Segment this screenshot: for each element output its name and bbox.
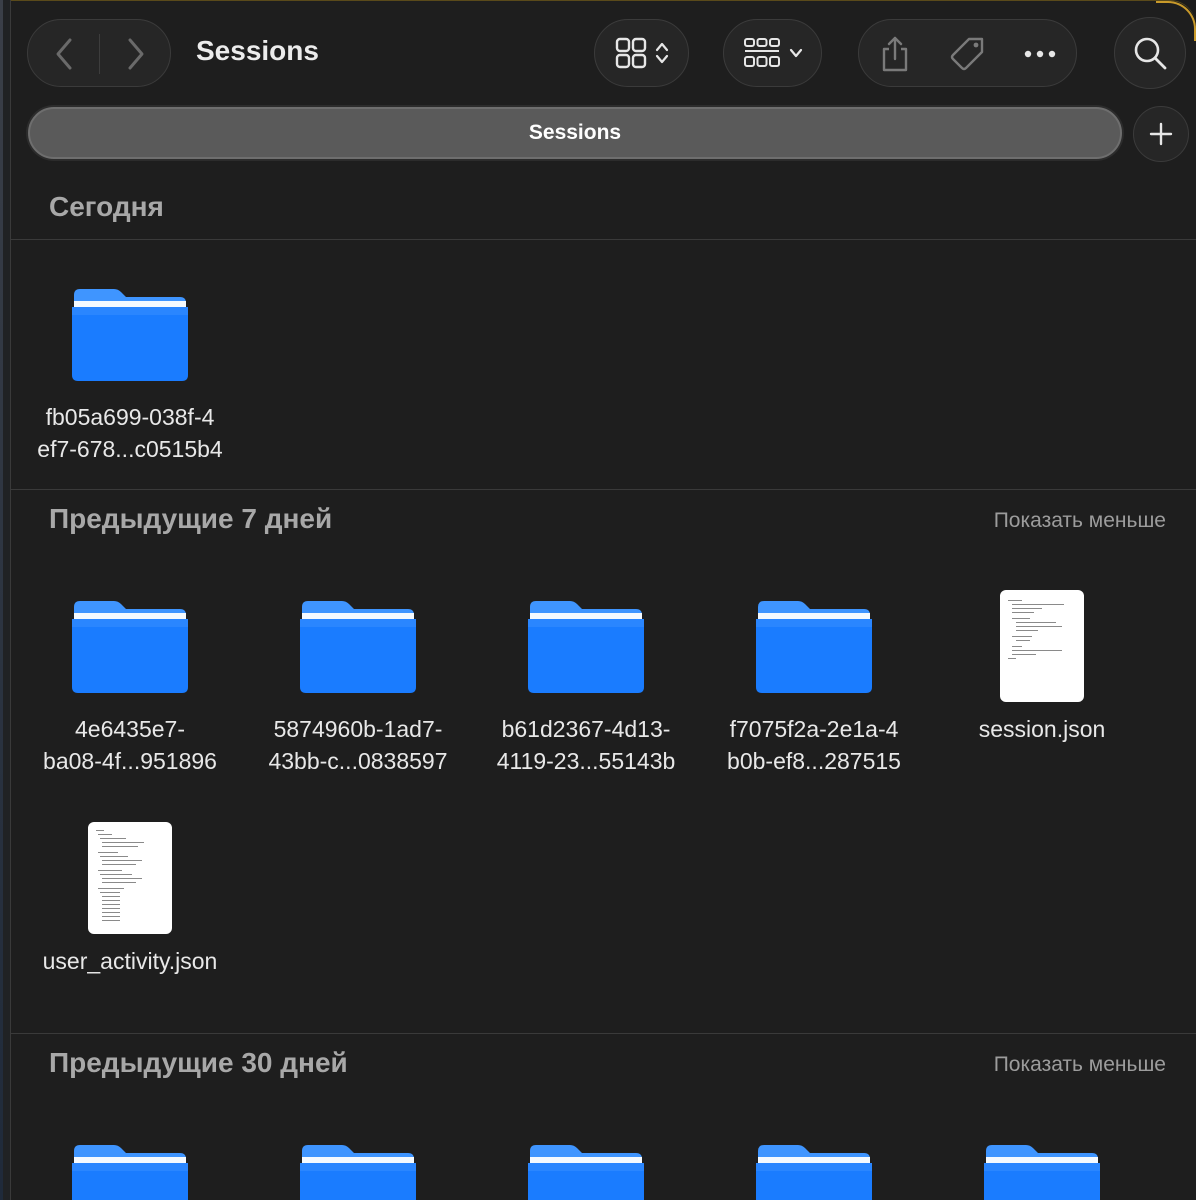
item-label: 5874960b-1ad7- 43bb-c...0838597 <box>268 716 448 774</box>
folder-item[interactable]: b61d2367-4d13- 4119-23...55143b <box>472 581 700 777</box>
chevron-right-icon <box>128 38 144 70</box>
section-title: Предыдущие 7 дней <box>49 503 333 534</box>
up-down-chevron-icon <box>655 42 668 64</box>
toolbar: Sessions <box>11 1 1196 105</box>
search-icon <box>1134 37 1167 70</box>
actions-group <box>858 19 1077 87</box>
folder-icon <box>16 269 244 399</box>
folder-icon <box>700 581 928 711</box>
navigation-group <box>27 19 171 87</box>
folder-icon <box>16 1125 244 1200</box>
chevron-left-icon <box>56 38 72 70</box>
view-mode-button[interactable] <box>594 19 689 87</box>
json-file-item[interactable]: session.json <box>928 581 1156 745</box>
section-divider <box>11 489 1196 490</box>
group-by-icon <box>743 38 780 67</box>
group-by-button[interactable] <box>723 19 822 87</box>
tag-button[interactable] <box>932 20 1004 88</box>
folder-item[interactable] <box>472 1125 700 1200</box>
window-title: Sessions <box>196 35 319 66</box>
item-label: fb05a699-038f-4 ef7-678...c0515b4 <box>37 404 223 462</box>
json-file-icon <box>16 813 244 943</box>
folder-icon <box>472 581 700 711</box>
new-tab-button[interactable] <box>1133 106 1189 162</box>
folder-icon <box>472 1125 700 1200</box>
folder-icon <box>16 581 244 711</box>
section-previous-7-days: Предыдущие 7 дней Показать меньше <box>11 503 1196 543</box>
search-button[interactable] <box>1114 17 1186 89</box>
tab-sessions[interactable]: Sessions <box>28 107 1122 159</box>
folder-item[interactable] <box>244 1125 472 1200</box>
folder-icon <box>928 1125 1156 1200</box>
sidebar-edge <box>0 0 11 1200</box>
section-divider <box>11 1033 1196 1034</box>
item-label: 4e6435e7- ba08-4f...951896 <box>43 716 217 774</box>
document-thumbnail <box>1000 590 1084 702</box>
tab-label: Sessions <box>528 121 622 144</box>
item-label: f7075f2a-2e1a-4 b0b-ef8...287515 <box>727 716 901 774</box>
grid-view-icon <box>615 37 646 69</box>
section-divider <box>11 239 1196 240</box>
share-button[interactable] <box>859 20 931 88</box>
item-label: session.json <box>978 716 1106 742</box>
section-title: Предыдущие 30 дней <box>49 1047 348 1078</box>
folder-item[interactable] <box>700 1125 928 1200</box>
finder-window: Sessions Sessions Сегодня fb05a699-038f-… <box>11 0 1196 1200</box>
tag-icon <box>950 37 984 71</box>
section-title: Сегодня <box>49 191 164 222</box>
folder-item[interactable]: 5874960b-1ad7- 43bb-c...0838597 <box>244 581 472 777</box>
folder-icon <box>244 581 472 711</box>
ellipsis-icon <box>1024 50 1056 58</box>
show-less-link[interactable]: Показать меньше <box>994 509 1166 533</box>
plus-icon <box>1149 122 1173 146</box>
chevron-down-icon <box>789 48 802 58</box>
folder-item[interactable]: 4e6435e7- ba08-4f...951896 <box>16 581 244 777</box>
forward-button[interactable] <box>100 20 172 88</box>
json-file-icon <box>928 581 1156 711</box>
more-button[interactable] <box>1004 20 1076 88</box>
item-label: b61d2367-4d13- 4119-23...55143b <box>496 716 676 774</box>
folder-icon <box>244 1125 472 1200</box>
document-thumbnail <box>88 822 172 934</box>
json-file-item[interactable]: user_activity.json <box>16 813 244 977</box>
back-button[interactable] <box>28 20 100 88</box>
folder-item[interactable] <box>16 1125 244 1200</box>
folder-item[interactable] <box>928 1125 1156 1200</box>
item-label: user_activity.json <box>42 948 218 974</box>
folder-item[interactable]: f7075f2a-2e1a-4 b0b-ef8...287515 <box>700 581 928 777</box>
folder-item[interactable]: fb05a699-038f-4 ef7-678...c0515b4 <box>16 269 244 465</box>
show-less-link[interactable]: Показать меньше <box>994 1053 1166 1077</box>
section-today: Сегодня <box>11 191 1196 231</box>
section-previous-30-days: Предыдущие 30 дней Показать меньше <box>11 1047 1196 1087</box>
share-icon <box>882 36 908 72</box>
folder-icon <box>700 1125 928 1200</box>
